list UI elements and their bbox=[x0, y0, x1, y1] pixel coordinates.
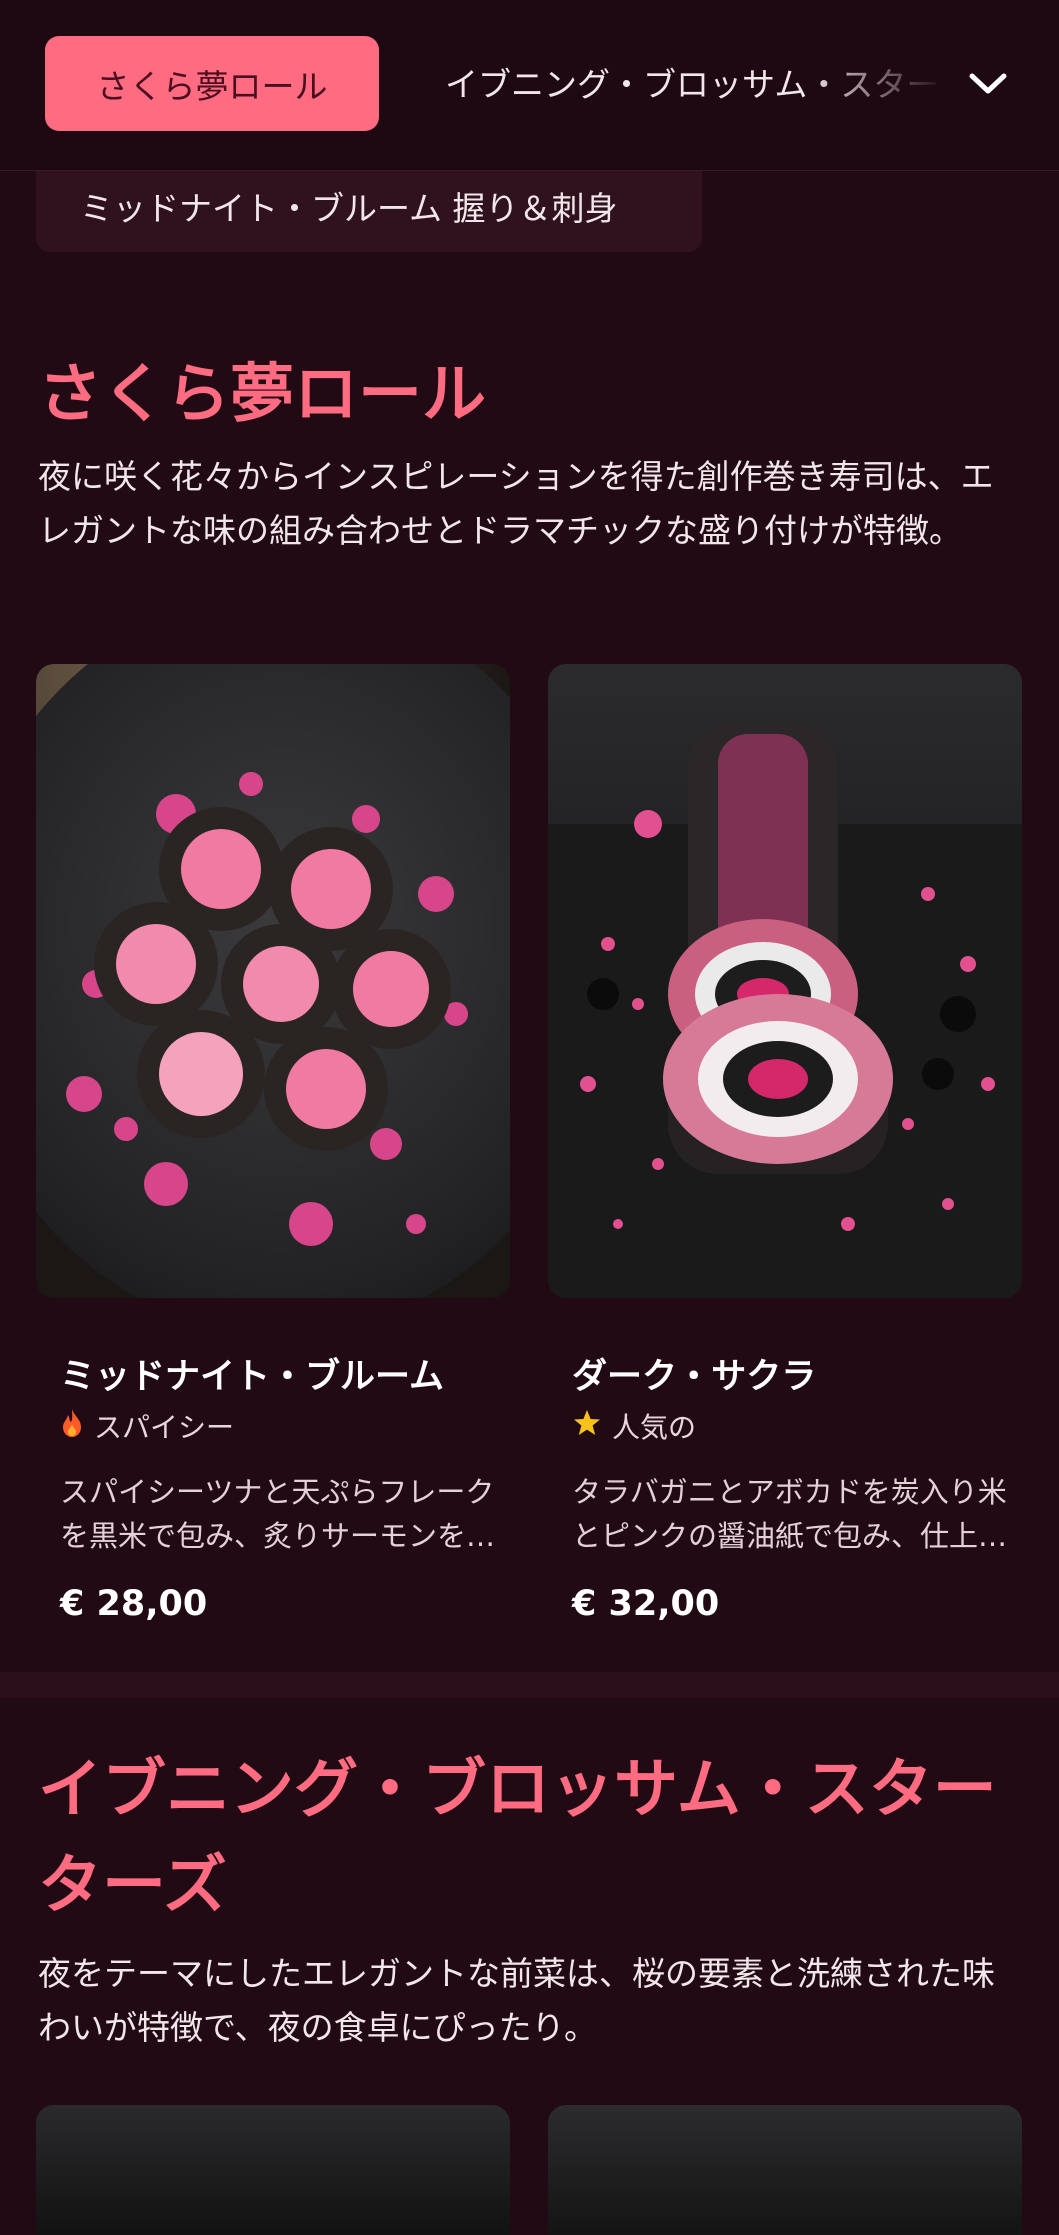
menu-item-card[interactable]: ミッドナイト・ブルーム スパイシー スパイシーツナと天ぷらフレークを黒米で包み、… bbox=[36, 664, 510, 1644]
item-description: スパイシーツナと天ぷらフレークを黒米で包み、炙りサーモンをのせた一品 bbox=[60, 1475, 496, 1553]
item-tag: 人気の bbox=[572, 1406, 696, 1446]
item-name: ダーク・サクラ bbox=[572, 1357, 817, 1397]
tab-sakura-dream-roll[interactable]: さくら夢ロール bbox=[45, 36, 379, 131]
flame-icon bbox=[60, 1408, 84, 1445]
section-description: 夜をテーマにしたエレガントな前菜は、桜の要素と洗練された味わいが特徴で、夜の食卓… bbox=[38, 1954, 995, 2047]
tab-evening-blossom-starters[interactable]: イブニング・ブロッサム・スターターズ bbox=[445, 58, 945, 106]
item-name: ミッドナイト・ブルーム bbox=[60, 1357, 444, 1397]
dish-image bbox=[36, 664, 510, 1298]
star-icon bbox=[572, 1408, 602, 1445]
section-title: イブニング・ブロッサム・スターターズ bbox=[38, 1753, 997, 1923]
menu-item-card[interactable] bbox=[548, 2105, 1022, 2235]
item-tag-label: 人気の bbox=[612, 1411, 697, 1444]
dish-image bbox=[548, 2105, 1022, 2235]
section-description: 夜に咲く花々からインスピレーションを得た創作巻き寿司は、エレガントな味の組み合わ… bbox=[38, 457, 994, 550]
dish-image bbox=[36, 2105, 510, 2235]
tab-midnight-bloom-nigiri[interactable]: ミッドナイト・ブルーム 握り＆刺身 bbox=[36, 160, 702, 252]
section-title: さくら夢ロール bbox=[38, 358, 486, 432]
category-nav: さくら夢ロール イブニング・ブロッサム・スターターズ bbox=[0, 0, 1059, 171]
item-price: € 28,00 bbox=[60, 1584, 208, 1624]
item-price: € 32,00 bbox=[572, 1584, 720, 1624]
chevron-down-icon[interactable] bbox=[962, 58, 1014, 110]
dish-image bbox=[548, 664, 1022, 1298]
item-description: タラバガニとアボカドを炭入り米とピンクの醤油紙で包み、仕上げた一品 bbox=[572, 1475, 1008, 1553]
section-divider bbox=[0, 1672, 1059, 1698]
item-tag: スパイシー bbox=[60, 1406, 234, 1446]
menu-item-card[interactable]: ダーク・サクラ 人気の タラバガニとアボカドを炭入り米とピンクの醤油紙で包み、仕… bbox=[548, 664, 1022, 1644]
item-tag-label: スパイシー bbox=[94, 1411, 235, 1444]
menu-item-card[interactable] bbox=[36, 2105, 510, 2235]
